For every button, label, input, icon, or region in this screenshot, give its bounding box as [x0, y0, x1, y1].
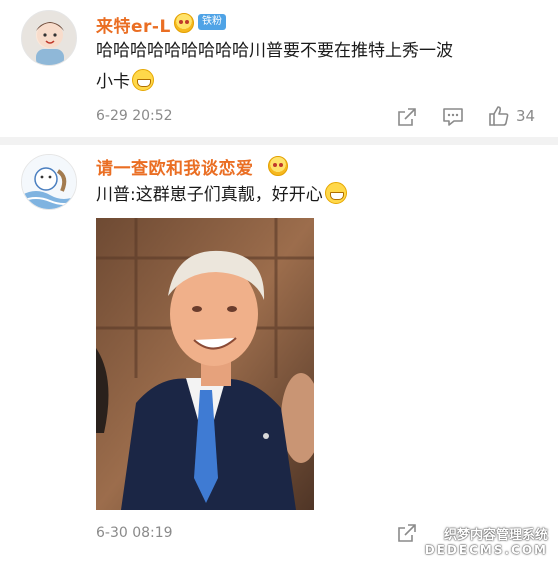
comment-text-segment: 小卡 [96, 72, 130, 92]
comment-text-line: 小卡 [96, 67, 154, 98]
timestamp: 6-29 20:52 [96, 108, 173, 124]
like-icon[interactable] [488, 105, 510, 127]
watermark-line: 织梦内容管理系统 [443, 528, 548, 543]
username[interactable]: 来特er-L [96, 12, 171, 37]
like-count: 34 [516, 107, 536, 125]
timestamp: 6-30 08:19 [96, 525, 173, 541]
watermark: 织梦内容管理系统 DEDECMS.COM [425, 524, 548, 557]
comment-text-line: 川普:这群崽子们真靓，好开心 [96, 180, 347, 211]
photo-image [96, 218, 314, 510]
grin-emoji-icon [132, 69, 154, 91]
comment-text-line: 哈哈哈哈哈哈哈哈哈川普要不要在推特上秀一波 [96, 41, 453, 61]
share-icon[interactable] [396, 106, 418, 128]
user-avatar[interactable] [21, 154, 77, 210]
user-avatar[interactable] [21, 10, 77, 66]
comment-item [0, 0, 558, 138]
baby-avatar-image [36, 22, 64, 65]
crown-emoji-icon [174, 13, 194, 33]
watermark-line: DEDECMS.COM [424, 543, 548, 557]
comment-photo[interactable] [96, 218, 314, 510]
grin-emoji-icon [324, 182, 347, 204]
comment-text-segment: 川普:这群崽子们真靓，好开心 [96, 185, 323, 205]
cartoon-avatar-image [22, 155, 76, 209]
crown-emoji-icon [268, 156, 288, 176]
share-icon[interactable] [396, 522, 418, 544]
username[interactable]: 请一查欧和我谈恋爱 [96, 154, 254, 179]
fan-badge: 铁粉 [198, 14, 226, 30]
comment-icon[interactable] [442, 106, 464, 128]
